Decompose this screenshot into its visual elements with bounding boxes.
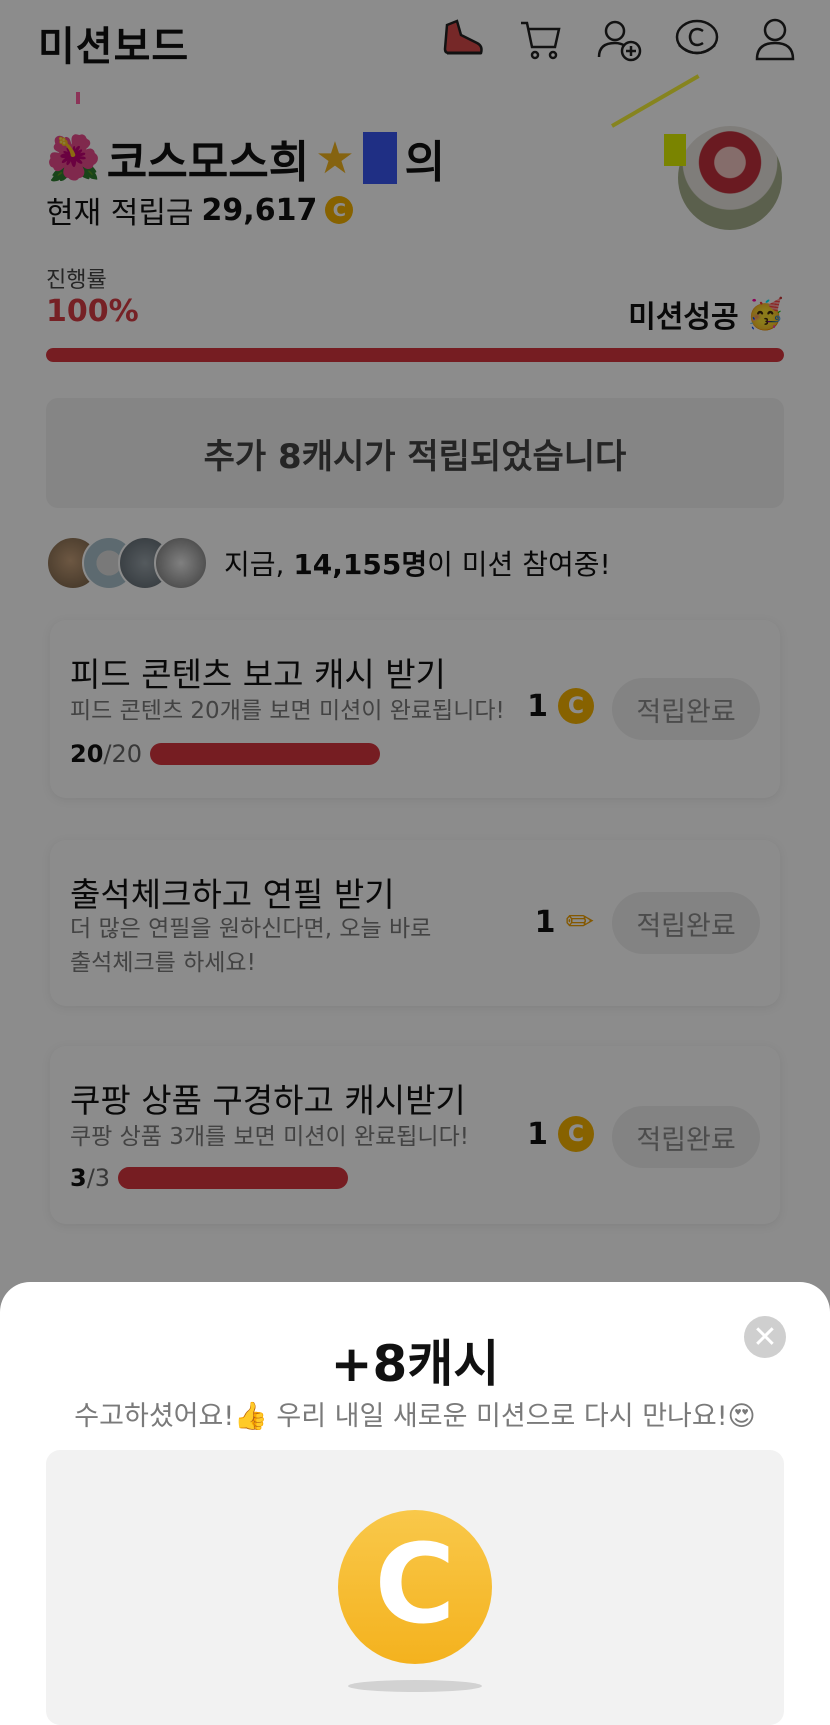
close-icon[interactable]: ✕	[744, 1316, 786, 1358]
coin-shadow	[348, 1680, 482, 1692]
mission-board-page: 미션보드 🌺 코스모스희 ★ 의 현재 적립금 29,617 C 진행률 100…	[0, 0, 830, 1725]
reward-title: +8캐시	[330, 1335, 500, 1393]
coin-animation-box: C	[46, 1450, 784, 1725]
reward-message: 수고하셨어요!👍 우리 내일 새로운 미션으로 다시 만나요!😍	[74, 1401, 756, 1432]
big-coin-icon: C	[338, 1510, 492, 1664]
coin-symbol: C	[374, 1520, 456, 1648]
reward-bottom-sheet: +8캐시 ✕ 수고하셨어요!👍 우리 내일 새로운 미션으로 다시 만나요!😍 …	[0, 1282, 830, 1725]
